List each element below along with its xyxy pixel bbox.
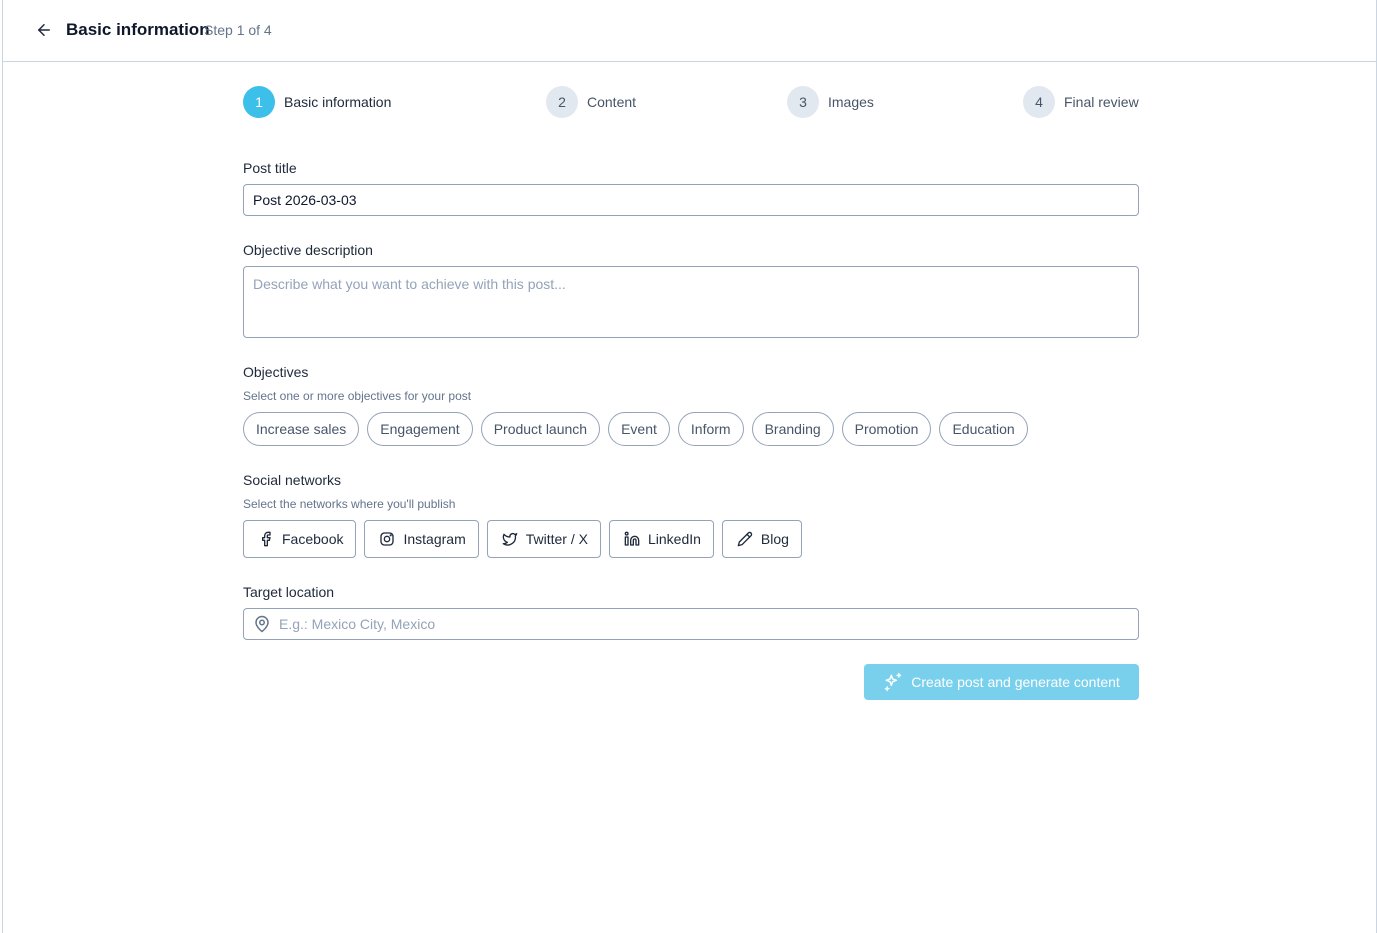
create-post-button[interactable]: Create post and generate content — [864, 664, 1139, 700]
step-label: Content — [587, 94, 637, 110]
sparkles-icon — [884, 672, 902, 692]
objectives-label: Objectives — [243, 364, 309, 380]
step-label: Basic information — [284, 94, 392, 110]
objective-chip-product-launch[interactable]: Product launch — [480, 412, 601, 446]
app-frame: Basic information Step 1 of 4 1 Basic in… — [2, 0, 1377, 933]
step-content[interactable]: 2 Content — [546, 86, 636, 118]
social-networks-group: Facebook Instagram Twitter / X LinkedIn … — [243, 520, 802, 558]
target-location-input[interactable] — [243, 608, 1139, 640]
page-title: Basic information — [66, 20, 210, 39]
step-number: 3 — [787, 86, 819, 118]
create-post-button-label: Create post and generate content — [911, 674, 1120, 690]
network-label: LinkedIn — [647, 531, 701, 547]
step-number: 1 — [243, 86, 275, 118]
objective-chip-increase-sales[interactable]: Increase sales — [243, 412, 360, 446]
target-location-label: Target location — [243, 584, 335, 600]
social-networks-label: Social networks — [243, 472, 342, 488]
objective-chip-engagement[interactable]: Engagement — [367, 412, 473, 446]
stepper: 1 Basic information 2 Content 3 Images 4… — [243, 86, 1139, 118]
post-title-label: Post title — [243, 160, 297, 176]
objectives-chip-group: Increase sales Engagement Product launch… — [243, 412, 1028, 446]
linkedin-icon — [624, 531, 640, 546]
network-label: Blog — [760, 531, 789, 547]
step-number: 2 — [546, 86, 578, 118]
network-button-twitter[interactable]: Twitter / X — [486, 520, 601, 558]
network-label: Instagram — [403, 531, 466, 547]
pencil-icon — [737, 531, 753, 547]
objectives-hint: Select one or more objectives for your p… — [243, 389, 472, 403]
step-label: Images — [828, 94, 874, 110]
network-button-blog[interactable]: Blog — [721, 520, 802, 558]
objective-description-label: Objective description — [243, 242, 373, 258]
network-button-instagram[interactable]: Instagram — [364, 520, 479, 558]
social-networks-hint: Select the networks where you'll publish — [243, 497, 456, 511]
objective-description-textarea[interactable] — [243, 266, 1139, 338]
twitter-icon — [502, 533, 518, 546]
step-label: Final review — [1064, 94, 1139, 110]
objective-chip-inform[interactable]: Inform — [677, 412, 744, 446]
objective-chip-branding[interactable]: Branding — [751, 412, 834, 446]
top-bar: Basic information Step 1 of 4 — [3, 0, 1376, 62]
target-location-field — [243, 608, 1139, 640]
step-number: 4 — [1023, 86, 1055, 118]
instagram-icon — [380, 532, 395, 546]
objective-chip-event[interactable]: Event — [608, 412, 670, 446]
step-images[interactable]: 3 Images — [787, 86, 874, 118]
step-basic-information[interactable]: 1 Basic information — [243, 86, 391, 118]
network-label: Twitter / X — [525, 531, 588, 547]
objective-chip-education[interactable]: Education — [939, 412, 1028, 446]
post-title-input[interactable] — [243, 184, 1139, 216]
facebook-icon — [262, 531, 271, 547]
back-button[interactable] — [33, 19, 55, 41]
arrow-left-icon — [38, 24, 50, 36]
network-button-linkedin[interactable]: LinkedIn — [608, 520, 714, 558]
step-indicator: Step 1 of 4 — [204, 22, 272, 38]
network-button-facebook[interactable]: Facebook — [243, 520, 357, 558]
map-pin-icon — [255, 615, 269, 633]
network-label: Facebook — [282, 531, 344, 547]
step-final-review[interactable]: 4 Final review — [1023, 86, 1139, 118]
objective-chip-promotion[interactable]: Promotion — [841, 412, 932, 446]
